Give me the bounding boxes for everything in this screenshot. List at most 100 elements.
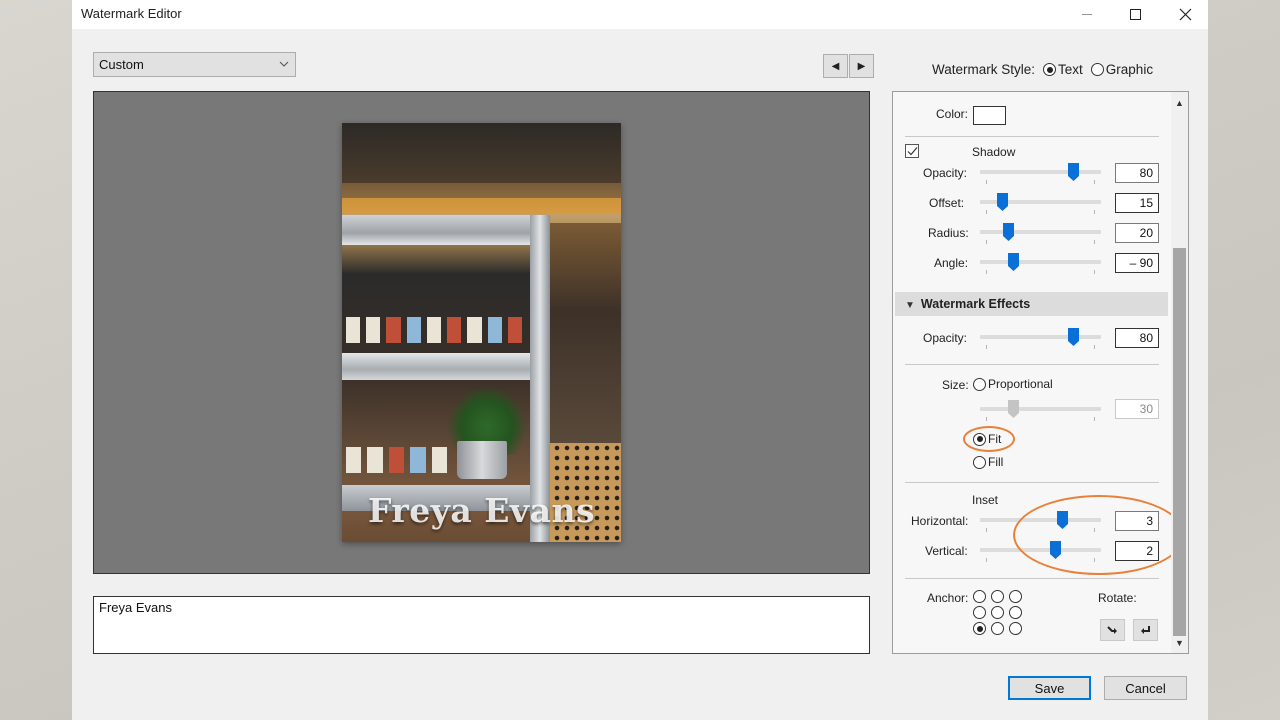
shadow-opacity-field[interactable]: 80 xyxy=(1115,163,1159,183)
style-text-option[interactable]: Text xyxy=(1043,62,1083,77)
slider-thumb[interactable] xyxy=(1068,328,1080,346)
size-fill-option[interactable]: Fill xyxy=(973,455,1003,469)
shadow-radius-slider[interactable] xyxy=(980,223,1101,244)
shadow-offset-slider[interactable] xyxy=(980,193,1101,214)
close-icon xyxy=(1179,8,1191,21)
photo-pot xyxy=(457,441,507,479)
size-fill-label: Fill xyxy=(988,455,1004,469)
slider-tick xyxy=(1094,240,1095,244)
cancel-button[interactable]: Cancel xyxy=(1104,676,1187,700)
fit-highlight-annotation xyxy=(963,426,1015,452)
preset-dropdown[interactable]: Custom xyxy=(93,52,296,77)
style-graphic-label: Graphic xyxy=(1105,62,1154,77)
maximize-button[interactable] xyxy=(1112,0,1158,29)
slider-tick xyxy=(986,345,987,349)
anchor-bottom-right[interactable] xyxy=(1009,622,1022,635)
title-bar: Watermark Editor xyxy=(72,0,1208,29)
proportional-size-slider[interactable] xyxy=(980,400,1101,421)
preview-photo: Freya Evans xyxy=(342,123,621,542)
slider-tick xyxy=(986,270,987,274)
inset-label: Inset xyxy=(972,493,999,507)
effects-opacity-label: Opacity: xyxy=(923,331,968,345)
shadow-radius-field[interactable]: 20 xyxy=(1115,223,1159,243)
anchor-top-right[interactable] xyxy=(1009,590,1022,603)
anchor-bottom-center[interactable] xyxy=(991,622,1004,635)
effects-opacity-slider[interactable] xyxy=(980,328,1101,349)
size-proportional-option[interactable]: Proportional xyxy=(973,377,1053,391)
anchor-middle-left[interactable] xyxy=(973,606,986,619)
style-graphic-option[interactable]: Graphic xyxy=(1090,62,1154,77)
size-proportional-label: Proportional xyxy=(988,377,1053,391)
effects-opacity-field[interactable]: 80 xyxy=(1115,328,1159,348)
slider-track xyxy=(980,170,1101,174)
photo-shelf xyxy=(342,353,542,380)
minimize-button[interactable] xyxy=(1064,0,1110,29)
shadow-opacity-slider[interactable] xyxy=(980,163,1101,184)
shadow-checkbox[interactable] xyxy=(905,144,919,158)
style-text-radio[interactable] xyxy=(1043,63,1057,76)
color-swatch[interactable] xyxy=(973,106,1006,125)
slider-thumb[interactable] xyxy=(1002,223,1014,241)
slider-thumb[interactable] xyxy=(1068,163,1080,181)
slider-tick xyxy=(986,528,987,532)
checkmark-icon xyxy=(907,147,918,156)
proportional-size-field[interactable]: 30 xyxy=(1115,399,1159,419)
watermark-effects-title: Watermark Effects xyxy=(920,297,1031,311)
anchor-label: Anchor: xyxy=(927,591,969,605)
inset-highlight-annotation xyxy=(1013,495,1185,575)
watermark-style-label: Watermark Style: xyxy=(932,62,1036,77)
scroll-thumb[interactable] xyxy=(1173,248,1186,636)
style-graphic-radio[interactable] xyxy=(1090,63,1104,76)
divider xyxy=(905,136,1159,137)
shadow-angle-slider[interactable] xyxy=(980,253,1101,274)
scroll-up-arrow-icon[interactable]: ▲ xyxy=(1171,94,1188,111)
preview-area: Freya Evans xyxy=(93,91,870,574)
preview-navigation: ◀ ▶ xyxy=(823,54,874,78)
panel-scrollbar[interactable]: ▲ ▼ xyxy=(1171,92,1188,653)
anchor-middle-right[interactable] xyxy=(1009,606,1022,619)
window-title: Watermark Editor xyxy=(81,6,182,21)
anchor-top-left[interactable] xyxy=(973,590,986,603)
anchor-center[interactable] xyxy=(991,606,1004,619)
slider-track xyxy=(980,407,1101,411)
shadow-angle-field[interactable]: – 90 xyxy=(1115,253,1159,273)
shadow-offset-field[interactable]: 15 xyxy=(1115,193,1159,213)
maximize-icon xyxy=(1129,9,1141,20)
triangle-down-icon: ▼ xyxy=(905,300,915,311)
watermark-style-group: Watermark Style: Text Graphic xyxy=(932,62,1153,77)
divider xyxy=(905,578,1159,579)
rotate-clockwise-icon xyxy=(1107,625,1117,634)
rotate-counterclockwise-button[interactable] xyxy=(1133,619,1158,641)
anchor-bottom-left[interactable] xyxy=(973,622,986,635)
rotate-clockwise-button[interactable] xyxy=(1100,619,1125,641)
save-button[interactable]: Save xyxy=(1008,676,1091,700)
scroll-down-arrow-icon[interactable]: ▼ xyxy=(1171,634,1188,651)
shadow-label: Shadow xyxy=(972,145,1016,159)
slider-tick xyxy=(986,180,987,184)
photo-shelf xyxy=(342,215,542,245)
watermark-effects-header[interactable]: ▼ Watermark Effects xyxy=(895,292,1168,316)
slider-tick xyxy=(1094,270,1095,274)
close-button[interactable] xyxy=(1162,0,1208,29)
photo-ceiling xyxy=(342,123,621,183)
watermark-overlay-text: Freya Evans xyxy=(367,491,596,530)
color-label: Color: xyxy=(936,107,969,121)
next-image-button[interactable]: ▶ xyxy=(849,54,874,78)
size-proportional-radio[interactable] xyxy=(973,377,986,391)
size-fill-radio[interactable] xyxy=(973,455,986,469)
slider-track xyxy=(980,260,1101,264)
slider-thumb[interactable] xyxy=(997,193,1009,211)
inset-vertical-label: Vertical: xyxy=(925,544,968,558)
anchor-top-center[interactable] xyxy=(991,590,1004,603)
previous-image-button[interactable]: ◀ xyxy=(823,54,848,78)
slider-thumb[interactable] xyxy=(1008,253,1020,271)
preset-value: Custom xyxy=(99,57,144,72)
arrow-right-icon: ▶ xyxy=(857,60,866,72)
inset-horizontal-label: Horizontal: xyxy=(911,514,969,528)
settings-panel: Color: Shadow Opacity: 80 Offset: 15 Rad… xyxy=(892,91,1189,654)
watermark-editor-window: Watermark Editor Custom ◀ ▶ Watermark St… xyxy=(72,0,1208,720)
watermark-text-input[interactable]: Freya Evans xyxy=(93,596,870,654)
divider xyxy=(905,482,1159,483)
slider-thumb[interactable] xyxy=(1008,400,1020,418)
shadow-opacity-label: Opacity: xyxy=(923,166,968,180)
